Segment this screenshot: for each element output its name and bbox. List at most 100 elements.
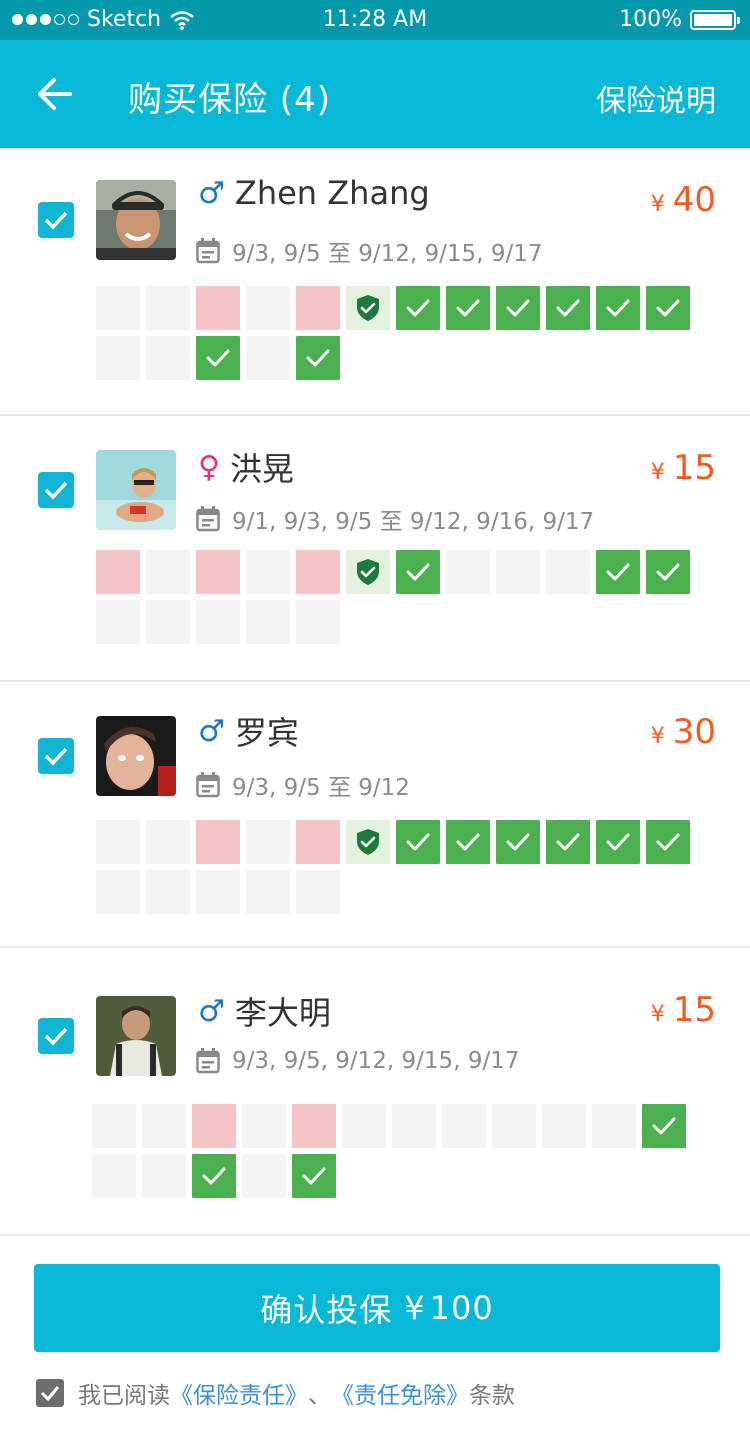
page-title: 购买保险 (4) [128,80,331,120]
passenger-name: 洪晃 [229,450,294,488]
day-cell-empty [342,1104,386,1148]
price-amount: 15 [672,990,716,1030]
day-cell-insured [596,286,640,330]
checkmark-icon [44,211,68,230]
day-cell-empty [92,1104,136,1148]
back-arrow-icon[interactable] [36,74,76,114]
date-row: 9/3, 9/5, 9/12, 9/15, 9/17 [196,1048,519,1074]
day-cell-empty [142,1104,186,1148]
male-icon: ♂ [198,993,225,1029]
date-row: 9/3, 9/5 至 9/12, 9/15, 9/17 [196,234,542,268]
day-cell-empty [246,550,290,594]
check-icon [506,299,530,317]
check-icon [652,1117,676,1135]
shield-check-icon [357,829,379,855]
day-cell-empty [242,1154,286,1198]
check-icon [656,563,680,581]
day-cell-protected [346,550,390,594]
terms-separator: 、 [308,1383,331,1409]
calendar-icon [196,506,220,532]
check-icon [556,299,580,317]
day-cell-insured [396,820,440,864]
female-icon: ♀ [198,449,220,485]
day-cell-empty [146,286,190,330]
day-cell-empty [246,600,290,644]
passenger-checkbox[interactable] [38,738,74,774]
price-amount: 40 [672,180,716,220]
day-cell-empty [492,1104,536,1148]
passenger-card: ♂ 李大明 ¥ 15 9/3, 9/5, 9/12, 9/15, 9/17 [0,948,750,1236]
terms-prefix: 我已阅读 [78,1383,170,1409]
day-cell-empty [146,600,190,644]
day-cell-insured [596,550,640,594]
check-icon [206,349,230,367]
passenger-checkbox[interactable] [38,1018,74,1054]
day-cell-unavailable [296,550,340,594]
day-cell-empty [246,286,290,330]
nav-bar: 购买保险 (4) 保险说明 [0,40,750,148]
day-cell-empty [446,550,490,594]
passenger-name-row: ♀ 洪晃 [198,444,294,490]
exemption-link[interactable]: 《责任免除》 [331,1376,469,1410]
day-cell-empty [246,870,290,914]
day-cell-protected [346,286,390,330]
day-cell-empty [246,820,290,864]
day-cell-insured [396,286,440,330]
passenger-name: 李大明 [234,994,331,1032]
day-cell-unavailable [96,550,140,594]
price: ¥ 15 [651,990,716,1030]
day-cell-empty [96,820,140,864]
avatar [96,180,176,260]
check-icon [302,1167,326,1185]
check-icon [606,833,630,851]
day-cell-insured [546,286,590,330]
day-cell-insured [292,1154,336,1198]
avatar [96,450,176,530]
insurance-info-link[interactable]: 保险说明 [596,76,716,120]
price-amount: 30 [672,712,716,752]
day-cell-empty [146,550,190,594]
passenger-checkbox[interactable] [38,472,74,508]
passenger-card: ♀ 洪晃 ¥ 15 9/1, 9/3, 9/5 至 9/12, 9/16, 9/… [0,416,750,682]
date-list: 9/3, 9/5 至 9/12, 9/15, 9/17 [232,241,543,267]
day-cell-empty [296,870,340,914]
day-cell-unavailable [296,286,340,330]
day-cell-insured [496,286,540,330]
price: ¥ 40 [651,180,716,220]
terms-checkbox[interactable] [36,1379,64,1407]
day-cell-unavailable [292,1104,336,1148]
currency-symbol: ¥ [650,1002,665,1027]
day-cell-insured [646,550,690,594]
passenger-card: ♂ 罗宾 ¥ 30 9/3, 9/5 至 9/12 [0,682,750,948]
liability-link[interactable]: 《保险责任》 [170,1376,308,1410]
date-row: 9/3, 9/5 至 9/12 [196,768,410,802]
checkmark-icon [44,481,68,500]
day-cell-insured [196,336,240,380]
confirm-amount: 100 [429,1289,494,1327]
day-grid [96,820,690,914]
check-icon [606,299,630,317]
check-icon [456,299,480,317]
date-list: 9/1, 9/3, 9/5 至 9/12, 9/16, 9/17 [232,509,595,535]
day-cell-empty [392,1104,436,1148]
passenger-name-row: ♂ Zhen Zhang [198,174,430,212]
day-cell-unavailable [196,286,240,330]
day-grid [96,550,690,644]
price: ¥ 15 [651,448,716,488]
calendar-icon [196,238,220,264]
passenger-name: Zhen Zhang [234,174,430,212]
day-cell-empty [146,870,190,914]
day-cell-empty [592,1104,636,1148]
confirm-purchase-button[interactable]: 确认投保 ¥ 100 [34,1264,720,1352]
passenger-checkbox[interactable] [38,202,74,238]
day-cell-insured [496,820,540,864]
day-cell-insured [646,820,690,864]
day-cell-empty [442,1104,486,1148]
calendar-icon [196,1048,220,1074]
day-cell-empty [96,870,140,914]
passenger-name-row: ♂ 罗宾 [198,708,299,754]
day-cell-insured [446,286,490,330]
check-icon [456,833,480,851]
check-icon [606,563,630,581]
check-icon [202,1167,226,1185]
